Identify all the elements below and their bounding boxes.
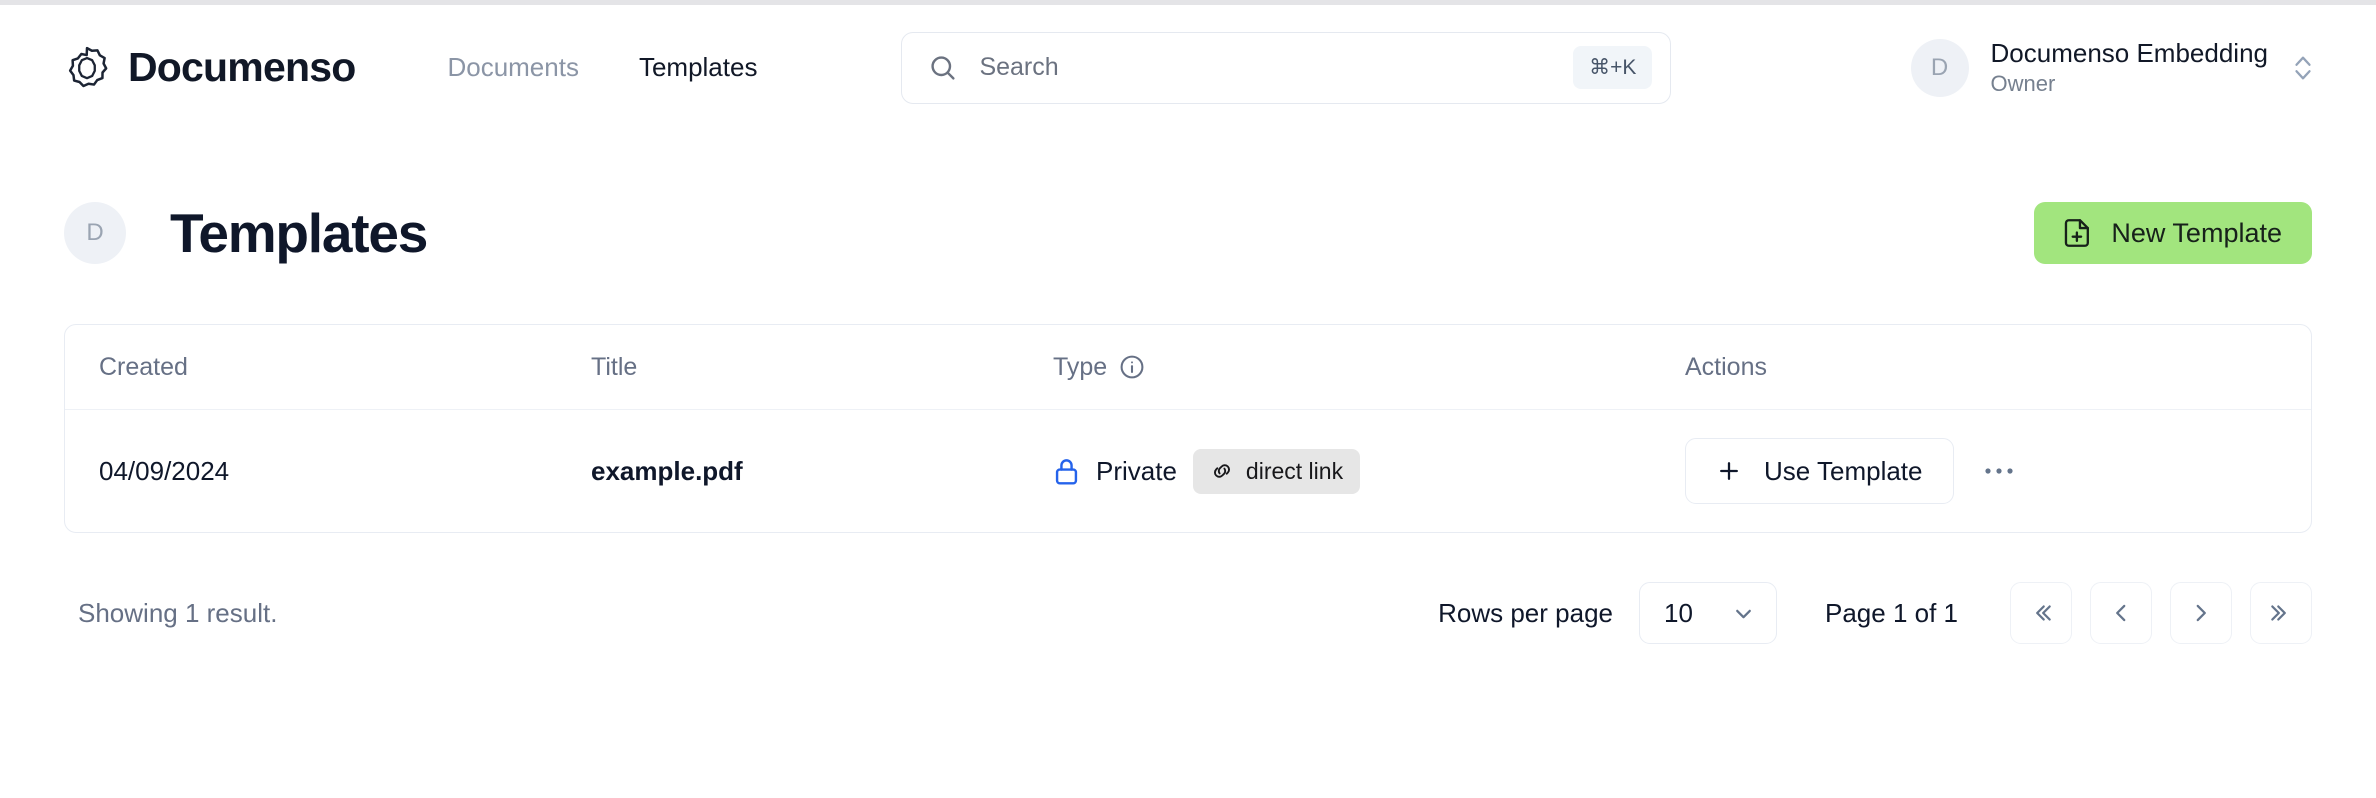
next-page-button[interactable] [2170,582,2232,644]
column-header-created: Created [99,353,591,382]
chevrons-left-icon [2028,600,2054,626]
first-page-button[interactable] [2010,582,2072,644]
use-template-button[interactable]: Use Template [1685,438,1954,504]
account-name: Documenso Embedding [1991,38,2269,69]
table-row[interactable]: 04/09/2024 example.pdf Private direct li… [65,410,2311,532]
page-body: D Templates New Template Created Title [0,166,2376,647]
ellipsis-horizontal-icon [1984,466,2014,476]
chevron-down-icon [1731,601,1756,626]
account-switcher[interactable]: D Documenso Embedding Owner [1911,38,2317,97]
cell-title: example.pdf [591,456,1053,487]
table-header-row: Created Title Type Actions [65,325,2311,410]
page-header: D Templates New Template [64,166,2312,300]
page-avatar: D [64,202,126,264]
column-header-actions: Actions [1685,353,2277,382]
chevrons-right-icon [2268,600,2294,626]
nav-item-documents[interactable]: Documents [447,52,579,83]
pagination: Rows per page 10 Page 1 of 1 [1438,582,2312,644]
column-header-created-label: Created [99,353,188,382]
account-text: Documenso Embedding Owner [1991,38,2269,97]
column-header-type-label: Type [1053,353,1107,382]
use-template-label: Use Template [1764,456,1923,487]
cell-type: Private direct link [1053,449,1685,494]
pagination-buttons [2010,582,2312,644]
info-circle-icon[interactable] [1119,354,1145,380]
table-footer: Showing 1 result. Rows per page 10 Page … [64,579,2312,647]
search-input[interactable] [979,53,1573,82]
chevron-left-icon [2108,600,2134,626]
page-title: Templates [170,201,427,265]
last-page-button[interactable] [2250,582,2312,644]
rows-per-page-value: 10 [1664,598,1693,629]
row-more-actions-button[interactable] [1968,440,2030,502]
main-navigation: Documents Templates [447,52,757,83]
avatar: D [1911,39,1969,97]
search-shortcut-badge: ⌘+K [1573,46,1652,89]
page-indicator: Page 1 of 1 [1825,598,1958,629]
column-header-actions-label: Actions [1685,353,1767,382]
brand-name: Documenso [128,44,355,91]
column-header-type: Type [1053,353,1685,382]
lock-icon [1053,457,1080,486]
app-header: Documenso Documents Templates ⌘+K D Docu… [0,5,2376,130]
file-plus-icon [2064,218,2091,248]
rows-per-page-label: Rows per page [1438,598,1613,629]
templates-table: Created Title Type Actions 04/09/202 [64,324,2312,533]
new-template-label: New Template [2111,218,2282,249]
previous-page-button[interactable] [2090,582,2152,644]
templates-page: Documenso Documents Templates ⌘+K D Docu… [0,0,2376,798]
new-template-button[interactable]: New Template [2034,202,2312,264]
rows-per-page-select[interactable]: 10 [1639,582,1777,644]
result-count: Showing 1 result. [78,598,277,629]
search-icon [928,53,957,82]
chevron-right-icon [2188,600,2214,626]
cell-created: 04/09/2024 [99,456,591,487]
plus-icon [1716,458,1742,484]
column-header-title-label: Title [591,353,637,382]
search-bar[interactable]: ⌘+K [901,32,1671,104]
documenso-logo-icon [64,45,110,91]
nav-item-templates[interactable]: Templates [639,52,758,83]
account-role: Owner [1991,71,2269,97]
brand-logo[interactable]: Documenso [64,44,355,91]
direct-link-badge[interactable]: direct link [1193,449,1360,494]
link-icon [1210,459,1234,483]
cell-actions: Use Template [1685,438,2277,504]
direct-link-badge-label: direct link [1246,458,1343,485]
chevrons-up-down-icon [2290,51,2316,85]
column-header-title: Title [591,353,1053,382]
type-label: Private [1096,456,1177,487]
